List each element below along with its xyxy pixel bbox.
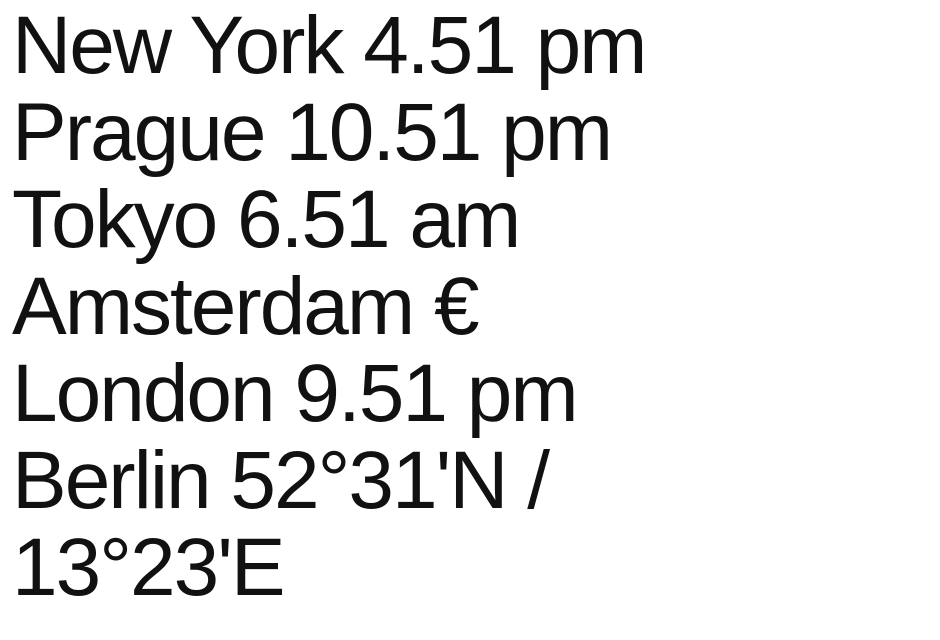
new-york-time-line: New York 4.51 pm (12, 0, 648, 91)
amsterdam-currency-line: Amsterdam € (12, 261, 480, 352)
city-info-list: New York 4.51 pm Prague 10.51 pm Tokyo 6… (12, 2, 932, 611)
prague-time-line: Prague 10.51 pm (12, 87, 613, 178)
berlin-coordinates-line-continued: 13°23'E (12, 522, 286, 613)
berlin-coordinates-line: Berlin 52°31'N / (12, 435, 550, 526)
london-time-line: London 9.51 pm (12, 348, 579, 439)
tokyo-time-line: Tokyo 6.51 am (12, 174, 521, 265)
